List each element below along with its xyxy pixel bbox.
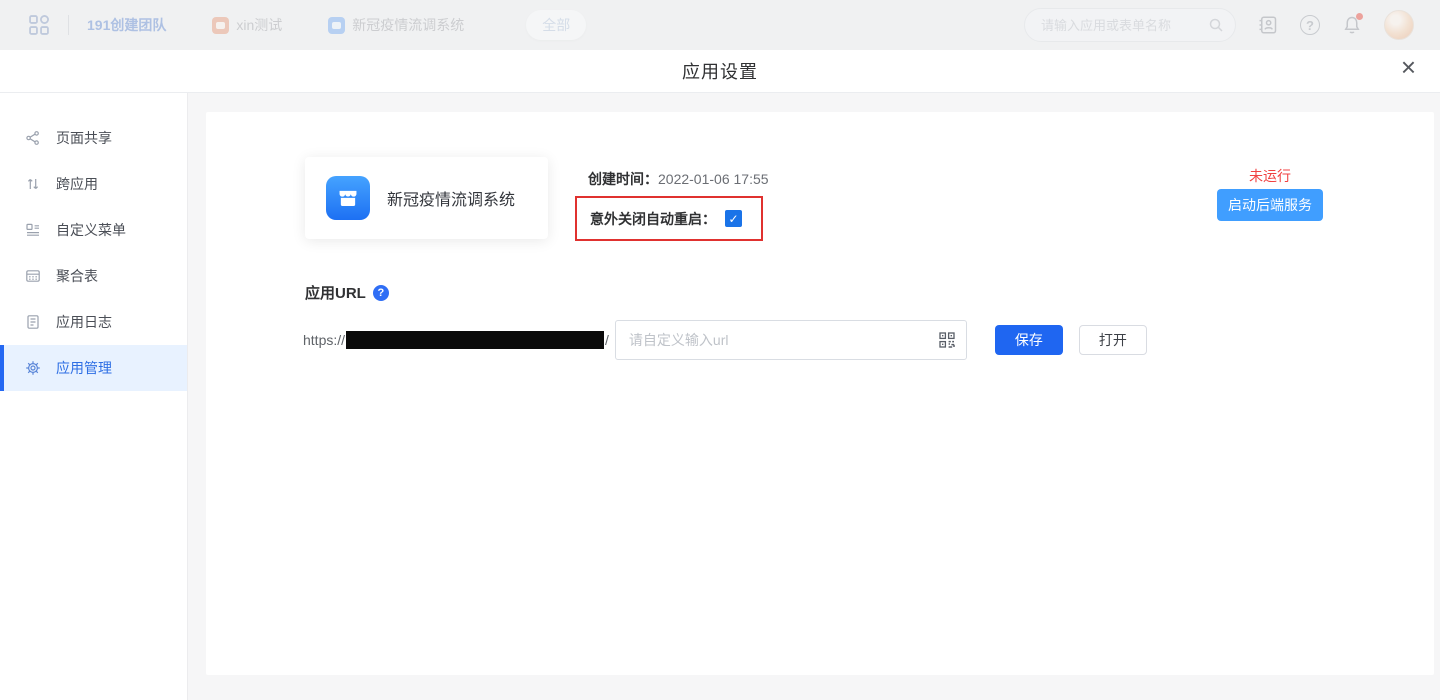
topbar-divider	[68, 15, 69, 35]
sidebar-item-cross-app[interactable]: 跨应用	[0, 161, 187, 207]
close-icon[interactable]: ×	[1401, 54, 1416, 80]
covid-app-icon	[328, 17, 345, 34]
auto-restart-checkbox[interactable]: ✓	[725, 210, 742, 227]
app-grid-icon[interactable]	[28, 14, 50, 36]
save-button[interactable]: 保存	[995, 325, 1063, 355]
topbar: 191创建团队 xin测试 新冠疫情流调系统 全部	[0, 0, 1440, 50]
tab-label: xin测试	[236, 15, 282, 35]
qr-code-icon[interactable]	[939, 332, 955, 348]
auto-restart-annotation-box: 意外关闭自动重启： ✓	[575, 196, 763, 241]
redacted-url-segment	[346, 331, 604, 349]
status-badge: 未运行	[1217, 166, 1323, 186]
sidebar-item-app-log[interactable]: 应用日志	[0, 299, 187, 345]
custom-menu-icon	[25, 222, 41, 238]
app-url-row: https:// / 保存 打开	[303, 320, 1147, 360]
app-storefront-icon	[326, 176, 370, 220]
app-card: 新冠疫情流调系统	[305, 157, 548, 239]
url-prefix: https://	[303, 332, 345, 348]
sidebar-item-app-management[interactable]: 应用管理	[0, 345, 187, 391]
tab-xin-test[interactable]: xin测试	[212, 15, 282, 35]
sidebar-item-label: 页面共享	[56, 128, 112, 148]
created-time-value: 2022-01-06 17:55	[658, 171, 769, 187]
created-time-label: 创建时间：	[588, 171, 658, 187]
all-apps-pill[interactable]: 全部	[526, 10, 586, 40]
notifications-bell-icon[interactable]	[1342, 15, 1362, 35]
up-down-arrows-icon	[25, 176, 41, 192]
url-suffix: /	[605, 332, 609, 348]
custom-url-field	[615, 320, 967, 360]
global-search	[1024, 8, 1236, 42]
open-button[interactable]: 打开	[1079, 325, 1147, 355]
team-name-link[interactable]: 191创建团队	[87, 15, 166, 35]
sidebar-item-page-share[interactable]: 页面共享	[0, 115, 187, 161]
sidebar-item-label: 聚合表	[56, 266, 98, 286]
app-name: 新冠疫情流调系统	[387, 186, 515, 210]
sidebar-item-custom-menu[interactable]: 自定义菜单	[0, 207, 187, 253]
custom-url-input[interactable]	[615, 320, 967, 360]
sidebar-item-label: 应用日志	[56, 312, 112, 332]
tab-label: 新冠疫情流调系统	[352, 15, 464, 35]
gear-icon	[25, 360, 41, 376]
share-icon	[25, 130, 41, 146]
content-area: 新冠疫情流调系统 创建时间：2022-01-06 17:55 意外关闭自动重启：…	[188, 93, 1440, 700]
modal-header: 应用设置 ×	[0, 50, 1440, 93]
tab-covid-system[interactable]: 新冠疫情流调系统	[328, 15, 464, 35]
user-avatar[interactable]	[1384, 10, 1414, 40]
start-backend-button[interactable]: 启动后端服务	[1217, 189, 1323, 221]
help-icon[interactable]: ?	[1300, 15, 1320, 35]
page-title: 应用设置	[682, 58, 758, 84]
sidebar-item-aggregate-table[interactable]: 聚合表	[0, 253, 187, 299]
settings-sidebar: 页面共享 跨应用 自定义菜单	[0, 93, 188, 700]
auto-restart-label: 意外关闭自动重启：	[590, 209, 716, 229]
created-time-row: 创建时间：2022-01-06 17:55	[588, 169, 769, 189]
sidebar-item-label: 跨应用	[56, 174, 98, 194]
aggregate-table-icon	[25, 268, 41, 284]
document-icon	[25, 314, 41, 330]
url-help-icon[interactable]: ?	[373, 285, 389, 301]
sidebar-item-label: 应用管理	[56, 358, 112, 378]
app-management-panel: 新冠疫情流调系统 创建时间：2022-01-06 17:55 意外关闭自动重启：…	[206, 112, 1434, 675]
xin-test-app-icon	[212, 17, 229, 34]
search-input[interactable]	[1024, 8, 1236, 42]
search-icon[interactable]	[1208, 17, 1224, 33]
app-url-label-row: 应用URL ?	[305, 282, 389, 303]
sidebar-item-label: 自定义菜单	[56, 220, 126, 240]
contacts-icon[interactable]	[1258, 15, 1278, 35]
app-url-label: 应用URL	[305, 282, 366, 303]
notification-badge	[1356, 13, 1363, 20]
